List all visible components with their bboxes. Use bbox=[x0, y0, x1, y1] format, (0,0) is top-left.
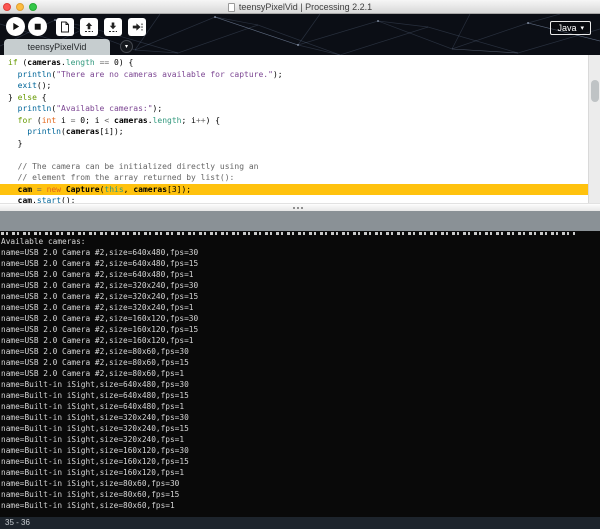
code-lines: if (cameras.length == 0) { println("Ther… bbox=[0, 57, 600, 203]
console-line: name=Built-in iSight,size=320x240,fps=1 bbox=[0, 434, 600, 445]
splitter-handle-icon[interactable] bbox=[293, 207, 303, 209]
console-line: name=Built-in iSight,size=80x60,fps=1 bbox=[0, 500, 600, 511]
console-line: name=Built-in iSight,size=160x120,fps=15 bbox=[0, 456, 600, 467]
mode-selector-button[interactable]: Java ▾ bbox=[550, 21, 591, 35]
console-line: name=USB 2.0 Camera #2,size=320x240,fps=… bbox=[0, 280, 600, 291]
console-line: name=USB 2.0 Camera #2,size=80x60,fps=30 bbox=[0, 346, 600, 357]
console-line: name=Built-in iSight,size=80x60,fps=30 bbox=[0, 478, 600, 489]
console[interactable]: Available cameras:name=USB 2.0 Camera #2… bbox=[0, 231, 600, 517]
export-button[interactable] bbox=[128, 18, 146, 36]
console-line: name=USB 2.0 Camera #2,size=160x120,fps=… bbox=[0, 335, 600, 346]
console-line: name=Built-in iSight,size=320x240,fps=30 bbox=[0, 412, 600, 423]
run-button[interactable] bbox=[6, 17, 25, 36]
tab-teensypixelvid[interactable]: teensyPixelVid bbox=[4, 39, 110, 55]
code-editor[interactable]: if (cameras.length == 0) { println("Ther… bbox=[0, 55, 600, 203]
mode-label: Java bbox=[557, 23, 576, 33]
console-line: name=USB 2.0 Camera #2,size=320x240,fps=… bbox=[0, 302, 600, 313]
console-line: name=USB 2.0 Camera #2,size=80x60,fps=1 bbox=[0, 368, 600, 379]
stop-button[interactable] bbox=[28, 17, 47, 36]
code-line[interactable]: } bbox=[0, 138, 600, 150]
code-line[interactable]: // The camera can be initialized directl… bbox=[0, 161, 600, 173]
chevron-down-icon: ▾ bbox=[125, 43, 128, 50]
play-icon bbox=[10, 21, 21, 32]
console-line: Available cameras: bbox=[0, 236, 600, 247]
code-line-highlighted[interactable]: cam = new Capture(this, cameras[3]); bbox=[0, 184, 600, 196]
export-icon bbox=[131, 21, 143, 33]
editor-scrollbar-thumb[interactable] bbox=[591, 80, 599, 102]
new-sketch-button[interactable] bbox=[56, 18, 74, 36]
code-line[interactable]: cam.start(); bbox=[0, 195, 600, 203]
editor-scrollbar-track[interactable] bbox=[588, 55, 600, 203]
open-icon bbox=[83, 21, 95, 33]
message-bar bbox=[0, 211, 600, 231]
header: Java ▾ teensyPixelVid ▾ bbox=[0, 14, 600, 55]
code-line[interactable]: println(cameras[i]); bbox=[0, 126, 600, 138]
processing-ide-window: teensyPixelVid | Processing 2.2.1 bbox=[0, 0, 600, 529]
console-lines: Available cameras:name=USB 2.0 Camera #2… bbox=[0, 236, 600, 511]
open-button[interactable] bbox=[80, 18, 98, 36]
console-line: name=Built-in iSight,size=160x120,fps=30 bbox=[0, 445, 600, 456]
code-line[interactable]: if (cameras.length == 0) { bbox=[0, 57, 600, 69]
document-icon bbox=[228, 3, 235, 12]
console-line: name=USB 2.0 Camera #2,size=640x480,fps=… bbox=[0, 269, 600, 280]
chevron-down-icon: ▾ bbox=[580, 25, 584, 32]
line-range-indicator: 35 - 36 bbox=[5, 518, 30, 527]
new-file-icon bbox=[59, 21, 71, 33]
console-line: name=USB 2.0 Camera #2,size=160x120,fps=… bbox=[0, 324, 600, 335]
status-bar: 35 - 36 bbox=[0, 517, 600, 529]
console-line: name=Built-in iSight,size=320x240,fps=15 bbox=[0, 423, 600, 434]
console-line: name=Built-in iSight,size=160x120,fps=1 bbox=[0, 467, 600, 478]
console-clipped-line bbox=[1, 232, 575, 235]
console-line: name=USB 2.0 Camera #2,size=320x240,fps=… bbox=[0, 291, 600, 302]
console-line: name=Built-in iSight,size=640x480,fps=30 bbox=[0, 379, 600, 390]
console-line: name=USB 2.0 Camera #2,size=640x480,fps=… bbox=[0, 258, 600, 269]
save-icon bbox=[107, 21, 119, 33]
code-line[interactable]: println("Available cameras:"); bbox=[0, 103, 600, 115]
editor-console-splitter[interactable] bbox=[0, 203, 600, 211]
console-line: name=Built-in iSight,size=80x60,fps=15 bbox=[0, 489, 600, 500]
console-line: name=Built-in iSight,size=640x480,fps=15 bbox=[0, 390, 600, 401]
console-line: name=USB 2.0 Camera #2,size=160x120,fps=… bbox=[0, 313, 600, 324]
titlebar: teensyPixelVid | Processing 2.2.1 bbox=[0, 0, 600, 14]
console-line: name=USB 2.0 Camera #2,size=640x480,fps=… bbox=[0, 247, 600, 258]
tab-label: teensyPixelVid bbox=[28, 42, 87, 52]
code-line[interactable]: } else { bbox=[0, 92, 600, 104]
stop-icon bbox=[32, 21, 43, 32]
code-line[interactable]: // element from the array returned by li… bbox=[0, 172, 600, 184]
console-line: name=Built-in iSight,size=640x480,fps=1 bbox=[0, 401, 600, 412]
tab-menu-button[interactable]: ▾ bbox=[120, 40, 133, 53]
save-button[interactable] bbox=[104, 18, 122, 36]
code-line[interactable]: println("There are no cameras available … bbox=[0, 69, 600, 81]
console-line: name=USB 2.0 Camera #2,size=80x60,fps=15 bbox=[0, 357, 600, 368]
code-line[interactable] bbox=[0, 149, 600, 161]
window-title: teensyPixelVid | Processing 2.2.1 bbox=[239, 2, 372, 12]
code-line[interactable]: exit(); bbox=[0, 80, 600, 92]
code-line[interactable]: for (int i = 0; i < cameras.length; i++)… bbox=[0, 115, 600, 127]
